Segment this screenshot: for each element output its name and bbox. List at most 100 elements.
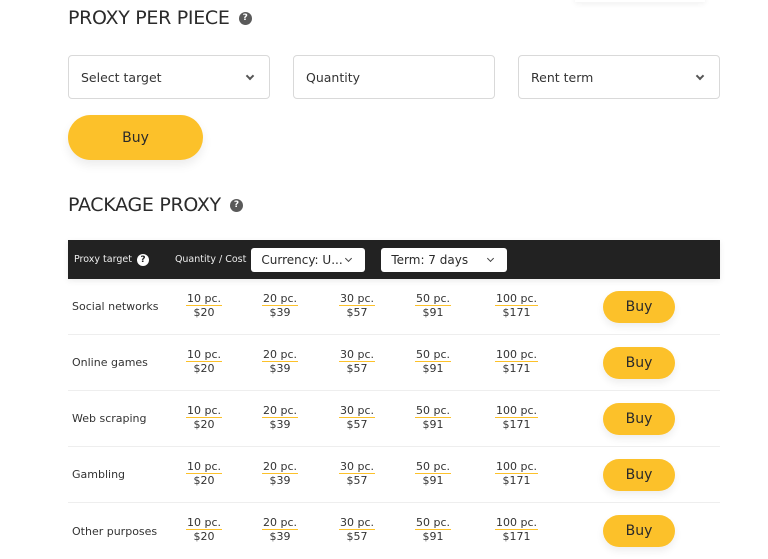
package-price: $91 — [422, 530, 444, 543]
package-option[interactable]: 10 pc. $20 — [186, 292, 223, 319]
package-quantity: 20 pc. — [262, 404, 299, 418]
top-edge-shadow — [575, 0, 705, 2]
package-option[interactable]: 30 pc. $57 — [339, 516, 376, 543]
help-icon[interactable]: ? — [229, 198, 243, 212]
proxy-per-piece-title: PROXY PER PIECE ? — [68, 7, 252, 29]
package-option[interactable]: 100 pc. $171 — [495, 516, 539, 543]
package-quantity: 100 pc. — [495, 292, 539, 306]
package-price: $91 — [422, 306, 444, 319]
package-quantity: 100 pc. — [495, 348, 539, 362]
package-option[interactable]: 10 pc. $20 — [186, 461, 223, 487]
proxy-target-header-label: Proxy target — [74, 254, 132, 265]
package-option[interactable]: 30 pc. $57 — [339, 404, 376, 431]
proxy-per-piece-title-text: PROXY PER PIECE — [68, 7, 230, 29]
package-quantity: 10 pc. — [186, 404, 223, 418]
package-quantity: 100 pc. — [495, 460, 539, 474]
package-price: $91 — [422, 474, 444, 487]
package-quantity: 50 pc. — [415, 460, 452, 474]
package-quantity: 20 pc. — [262, 516, 299, 530]
package-price: $57 — [346, 530, 368, 543]
package-table-header: Proxy target ? Quantity / Cost Currency:… — [68, 240, 720, 279]
package-quantity: 20 pc. — [262, 348, 299, 362]
rent-term-dropdown[interactable]: Rent term — [518, 55, 720, 99]
proxy-target-label: Social networks — [72, 300, 159, 313]
package-option[interactable]: 100 pc. $171 — [495, 405, 539, 431]
chevron-down-icon — [695, 71, 705, 80]
currency-dropdown-label: Currency: U... — [261, 252, 343, 267]
package-quantity: 30 pc. — [339, 404, 376, 418]
package-price: $91 — [422, 362, 444, 375]
package-option[interactable]: 50 pc. $91 — [415, 460, 452, 487]
package-option[interactable]: 10 pc. $20 — [186, 348, 223, 375]
term-dropdown[interactable]: Term: 7 days — [381, 247, 508, 272]
proxy-target-label: Web scraping — [72, 412, 147, 425]
package-option[interactable]: 50 pc. $91 — [415, 404, 452, 431]
package-option[interactable]: 30 pc. $57 — [339, 348, 376, 375]
buy-per-piece-button[interactable]: Buy — [68, 115, 203, 160]
package-option[interactable]: 100 pc. $171 — [495, 292, 539, 319]
package-quantity: 50 pc. — [415, 348, 452, 362]
table-row: Online games 10 pc. $20 20 pc. $39 30 pc. $… — [68, 335, 720, 391]
package-quantity: 10 pc. — [186, 348, 223, 362]
package-quantity: 50 pc. — [415, 292, 452, 306]
package-proxy-title-text: PACKAGE PROXY — [68, 194, 221, 216]
package-price: $39 — [269, 530, 291, 543]
table-row: Gambling 10 pc. $20 20 pc. $39 30 pc. $57 5… — [68, 447, 720, 503]
package-table-body: Social networks 10 pc. $20 20 pc. $39 30 p… — [68, 279, 720, 559]
package-price: $171 — [502, 362, 531, 375]
package-quantity: 10 pc. — [186, 292, 223, 306]
package-price: $39 — [269, 474, 291, 487]
package-price: $39 — [269, 306, 291, 319]
package-quantity: 30 pc. — [339, 348, 376, 362]
chevron-down-icon — [487, 254, 495, 262]
package-quantity: 50 pc. — [415, 404, 452, 418]
package-option[interactable]: 20 pc. $39 — [262, 461, 299, 487]
package-option[interactable]: 100 pc. $171 — [495, 460, 539, 487]
package-option[interactable]: 50 pc. $91 — [415, 516, 452, 543]
quantity-input[interactable]: Quantity — [293, 55, 495, 99]
package-option[interactable]: 20 pc. $39 — [262, 404, 299, 431]
package-quantity: 20 pc. — [262, 292, 299, 306]
package-option[interactable]: 20 pc. $39 — [262, 292, 299, 319]
proxy-target-label: Other purposes — [72, 524, 158, 538]
buy-package-button[interactable]: Buy — [603, 291, 675, 323]
package-price: $171 — [502, 474, 531, 487]
package-price: $171 — [502, 306, 531, 319]
help-icon[interactable]: ? — [238, 11, 252, 25]
package-price: $20 — [193, 362, 215, 375]
package-price: $20 — [193, 306, 215, 319]
select-target-label: Select target — [81, 69, 162, 85]
package-price: $20 — [193, 530, 215, 543]
package-option[interactable]: 50 pc. $91 — [415, 348, 452, 375]
package-option[interactable]: 30 pc. $57 — [339, 293, 376, 319]
package-option[interactable]: 20 pc. $39 — [262, 348, 299, 375]
package-option[interactable]: 100 pc. $171 — [495, 348, 539, 375]
package-option[interactable]: 20 pc. $39 — [262, 516, 299, 543]
proxy-target-header: Proxy target ? — [74, 253, 149, 266]
package-price: $57 — [346, 474, 368, 487]
buy-package-button[interactable]: Buy — [603, 459, 675, 491]
package-option[interactable]: 30 pc. $57 — [339, 461, 376, 487]
select-target-dropdown[interactable]: Select target — [68, 55, 270, 99]
table-row: Other purposes 10 pc. $20 20 pc. $39 30 pc… — [68, 503, 720, 559]
package-option[interactable]: 50 pc. $91 — [415, 292, 452, 319]
package-option[interactable]: 10 pc. $20 — [186, 517, 223, 543]
package-option[interactable]: 10 pc. $20 — [186, 404, 223, 431]
package-price: $39 — [269, 362, 291, 375]
table-row: Web scraping 10 pc. $20 20 pc. $39 30 pc. $… — [68, 391, 720, 447]
table-row: Social networks 10 pc. $20 20 pc. $39 30 p… — [68, 279, 720, 335]
package-price: $57 — [346, 418, 368, 431]
package-price: $20 — [193, 474, 215, 487]
buy-package-button[interactable]: Buy — [603, 347, 675, 379]
package-quantity: 100 pc. — [495, 516, 539, 530]
buy-package-button[interactable]: Buy — [603, 403, 675, 435]
package-price: $57 — [346, 362, 368, 375]
help-icon[interactable]: ? — [136, 253, 149, 266]
currency-dropdown[interactable]: Currency: U... — [251, 247, 366, 272]
quantity-placeholder: Quantity — [306, 69, 361, 85]
package-quantity: 30 pc. — [339, 516, 376, 530]
package-quantity: 50 pc. — [415, 516, 452, 530]
package-proxy-title: PACKAGE PROXY ? — [68, 194, 243, 216]
quantity-cost-header: Quantity / Cost — [174, 254, 247, 265]
buy-package-button[interactable]: Buy — [603, 515, 675, 547]
